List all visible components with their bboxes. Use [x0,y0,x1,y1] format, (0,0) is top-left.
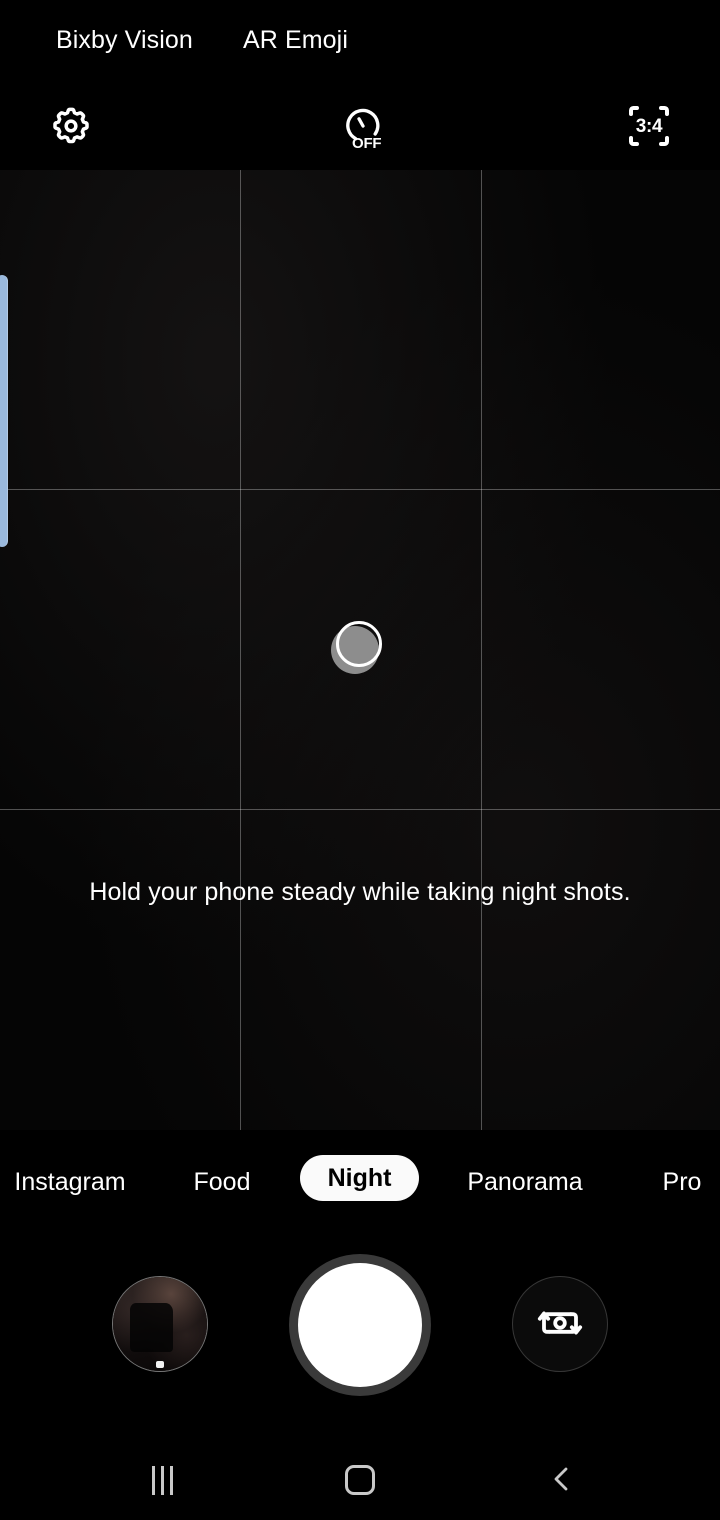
grid-line-vertical-right [481,170,482,1130]
back-button[interactable] [502,1440,622,1520]
grid-line-horizontal-bottom [0,809,720,810]
switch-camera-icon [536,1299,584,1350]
shortcut-bixby-vision[interactable]: Bixby Vision [56,28,193,53]
mode-panorama[interactable]: Panorama [440,1142,610,1222]
focus-ring-icon [336,621,382,667]
camera-app-screen: Bixby Vision AR Emoji OFF 3:4 Hold your … [0,0,720,1520]
gallery-thumbnail-button[interactable] [112,1276,208,1372]
recents-icon [151,1465,173,1495]
shutter-icon [298,1263,422,1387]
timer-button[interactable]: OFF [332,100,394,154]
top-shortcuts-bar: Bixby Vision AR Emoji [0,0,720,82]
android-navigation-bar [0,1440,720,1520]
home-icon [345,1465,375,1495]
grid-line-vertical-left [240,170,241,1130]
camera-mode-selector[interactable]: Instagram Food Night Panorama Pro [0,1142,720,1222]
gallery-thumbnail-highlight [156,1361,165,1368]
shutter-button[interactable] [289,1254,431,1396]
recents-button[interactable] [102,1440,222,1520]
settings-button[interactable] [44,100,98,154]
camera-bottom-controls [0,1230,720,1425]
shortcut-ar-emoji[interactable]: AR Emoji [243,28,348,53]
focus-indicator[interactable] [331,621,387,677]
mode-pro[interactable]: Pro [634,1142,720,1222]
gallery-thumbnail-shadow [129,1303,174,1353]
camera-top-control-bar: OFF 3:4 [0,82,720,170]
camera-viewfinder[interactable]: Hold your phone steady while taking nigh… [0,170,720,1130]
edge-panel-handle[interactable] [0,275,8,547]
mode-instagram[interactable]: Instagram [0,1142,150,1222]
mode-night[interactable]: Night [300,1155,419,1201]
aspect-ratio-button[interactable]: 3:4 [622,100,676,154]
back-chevron-icon [546,1463,578,1498]
grid-line-horizontal-top [0,489,720,490]
home-button[interactable] [300,1440,420,1520]
night-mode-hint-text: Hold your phone steady while taking nigh… [89,878,631,906]
gear-icon [51,106,91,149]
mode-food[interactable]: Food [164,1142,280,1222]
switch-camera-button[interactable] [512,1276,608,1372]
aspect-ratio-value: 3:4 [635,116,663,137]
timer-value: OFF [352,135,382,152]
